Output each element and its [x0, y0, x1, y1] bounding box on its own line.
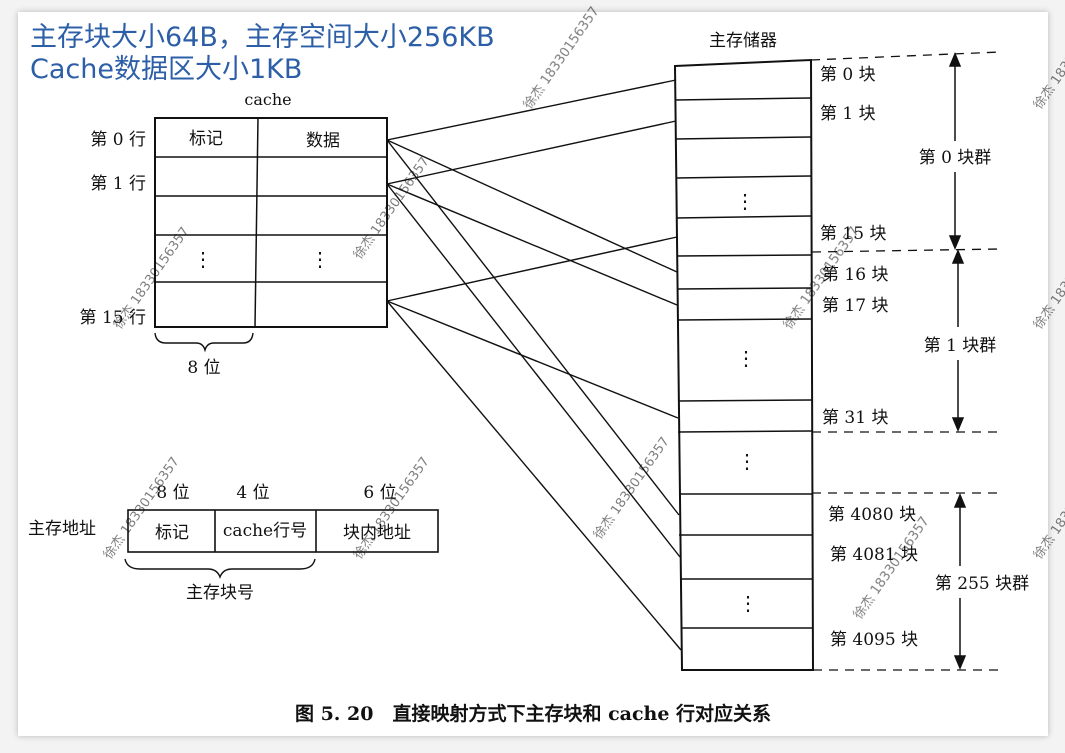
memory-ellipsis: ⋮ [738, 591, 758, 615]
watermark: 徐杰 18330156357 [1031, 4, 1065, 112]
memory-block-label: 第 15 块 [820, 224, 886, 244]
address-width: 8 位 [156, 483, 189, 503]
address-field: 块内地址 [343, 523, 411, 543]
group-label: 第 1 块群 [924, 336, 997, 356]
memory-block-label: 第 31 块 [822, 408, 888, 428]
cache-row-label: 第 0 行 [90, 130, 146, 150]
cache-title: cache [244, 90, 291, 109]
watermark: 徐杰 18330156357 [1031, 224, 1065, 332]
address-field: cache行号 [223, 521, 307, 541]
cache-header-data: 数据 [306, 131, 340, 151]
address-field: 标记 [155, 523, 189, 543]
memory-block-label: 第 1 块 [820, 104, 876, 124]
block-number-label: 主存块号 [186, 583, 254, 603]
handwritten-annotation: 主存块大小64B，主存空间大小256KB Cache数据区大小1KB [30, 22, 495, 86]
memory-block-label: 第 17 块 [822, 296, 888, 316]
watermark: 徐杰 18330156357 [351, 454, 433, 562]
mapping-lines [386, 79, 682, 651]
memory-title: 主存储器 [709, 31, 777, 51]
address-width: 4 位 [236, 483, 269, 503]
group-label: 第 0 块群 [919, 148, 992, 168]
watermark: 徐杰 18330156357 [101, 454, 183, 562]
group-label: 第 255 块群 [935, 574, 1029, 594]
memory-ellipsis: ⋮ [736, 346, 756, 370]
memory-block-label: 第 4080 块 [828, 505, 916, 525]
watermark: 徐杰 18330156357 [1031, 454, 1065, 562]
tag-width-label: 8 位 [187, 358, 220, 378]
memory-block-label: 第 0 块 [820, 65, 876, 85]
watermark: 徐杰 18330156357 [351, 154, 433, 262]
annotation-line-1: 主存块大小64B，主存空间大小256KB [30, 22, 495, 53]
diagram-canvas: 徐杰 18330156357 徐杰 18330156357 徐杰 1833015… [0, 0, 1065, 753]
block-number-brace [124, 558, 316, 579]
memory-block-label: 第 16 块 [822, 265, 888, 285]
memory-ellipsis: ⋮ [737, 449, 757, 473]
cache-header-tag: 标记 [189, 129, 223, 149]
memory-block-label: 第 4081 块 [830, 545, 918, 565]
cache-row-label: 第 15 行 [80, 308, 146, 328]
cache-ellipsis: ⋮ [310, 247, 330, 271]
tag-width-brace [154, 332, 254, 353]
cache-row-label: 第 1 行 [90, 174, 146, 194]
mapping-diagram: 徐杰 18330156357 徐杰 18330156357 徐杰 1833015… [28, 4, 1065, 725]
memory-block-label: 第 4095 块 [830, 630, 918, 650]
watermark: 徐杰 18330156357 [521, 4, 603, 112]
figure-caption: 图 5. 20 直接映射方式下主存块和 cache 行对应关系 [295, 702, 771, 725]
annotation-line-2: Cache数据区大小1KB [30, 54, 303, 85]
memory-ellipsis: ⋮ [735, 189, 755, 213]
cache-table [154, 117, 388, 328]
cache-ellipsis: ⋮ [193, 247, 213, 271]
watermark: 徐杰 18330156357 [591, 434, 673, 542]
watermark: 徐杰 18330156357 [851, 514, 933, 622]
address-width: 6 位 [363, 483, 396, 503]
address-label: 主存地址 [28, 519, 96, 539]
